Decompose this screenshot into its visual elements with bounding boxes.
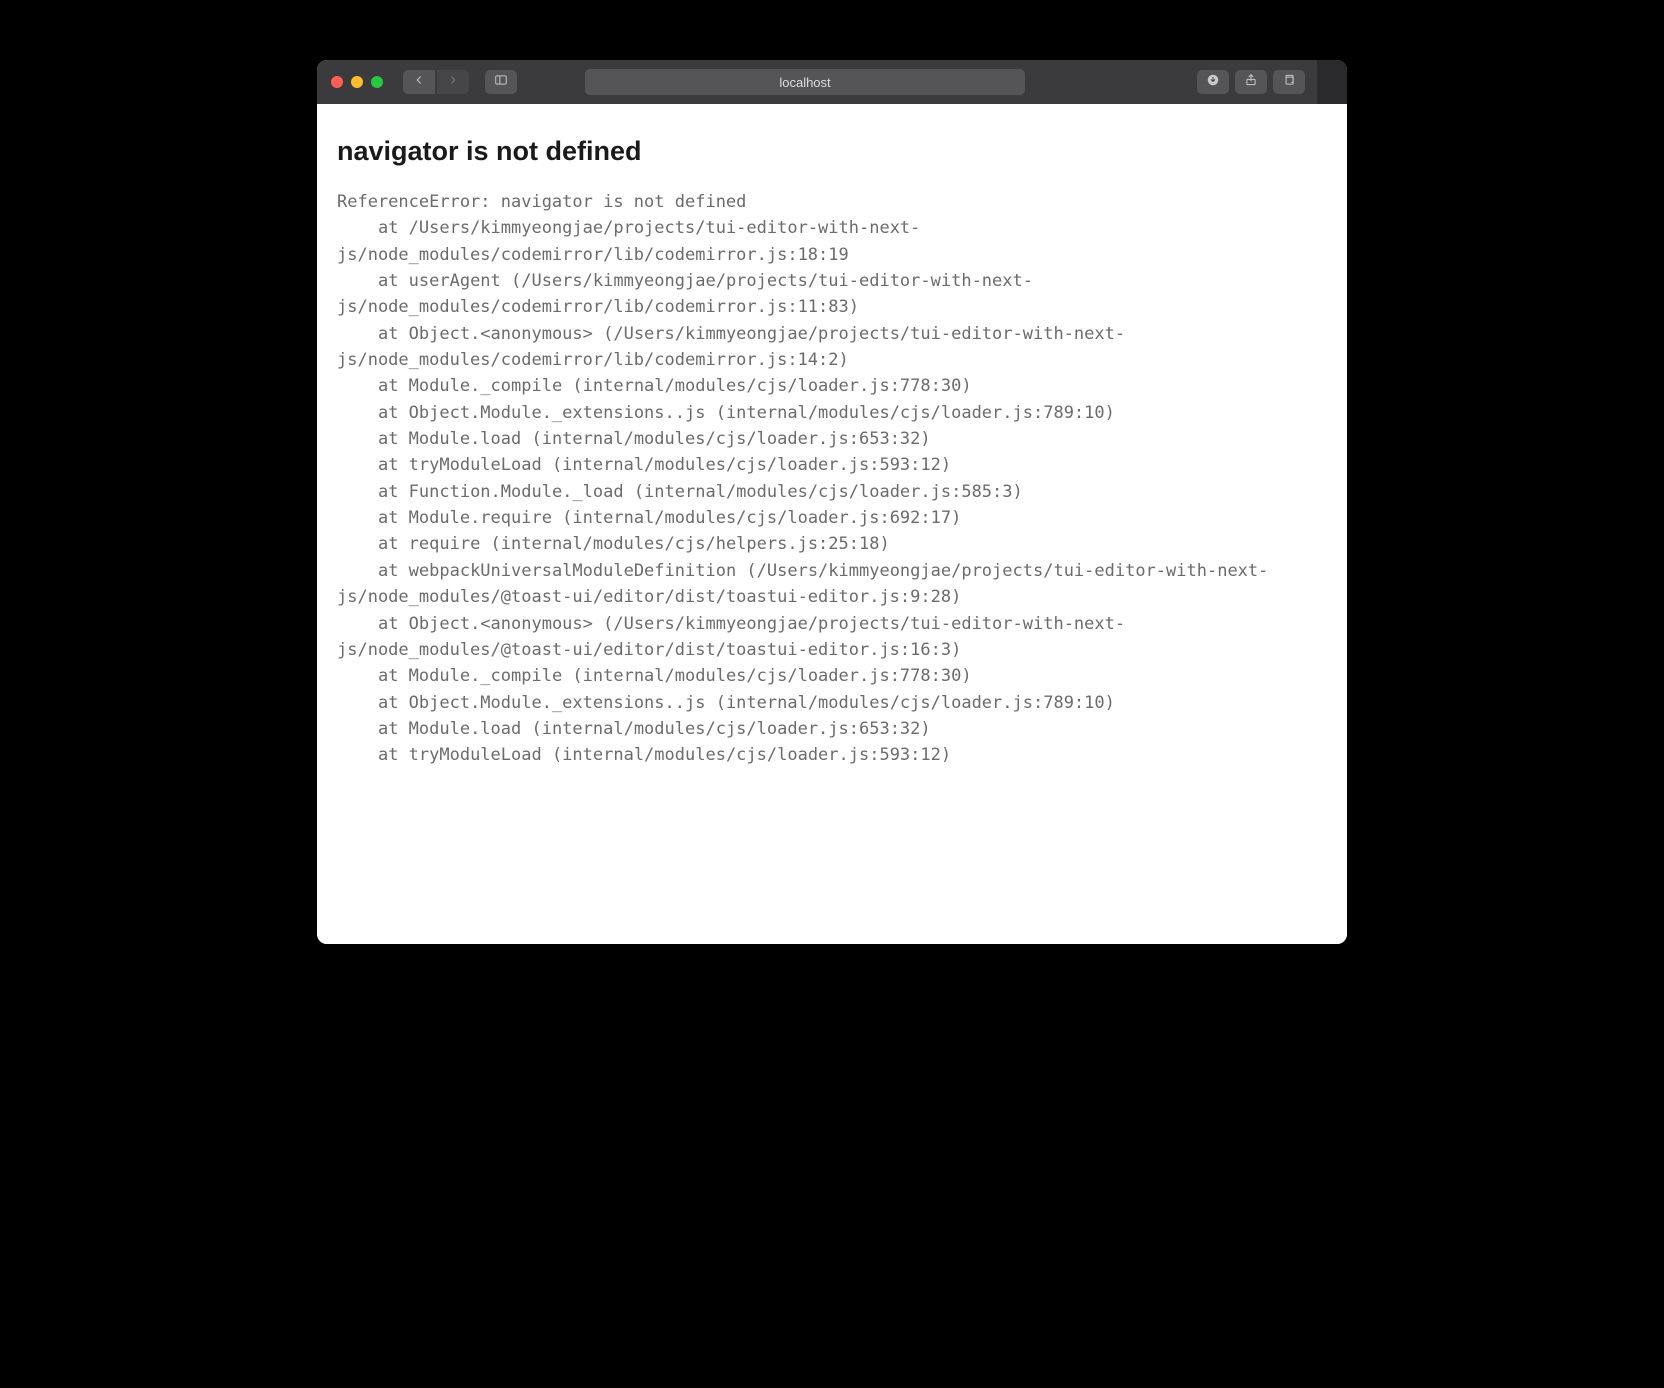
back-button[interactable] (403, 70, 435, 94)
window-controls (331, 76, 383, 88)
address-bar[interactable]: localhost (585, 69, 1025, 95)
error-title: navigator is not defined (337, 136, 1327, 167)
share-icon (1244, 73, 1258, 92)
tabs-icon (1282, 73, 1296, 92)
window-minimize-button[interactable] (351, 76, 363, 88)
address-text: localhost (619, 75, 991, 90)
window-close-button[interactable] (331, 76, 343, 88)
downloads-button[interactable] (1197, 70, 1229, 94)
stack-trace: ReferenceError: navigator is not defined… (337, 189, 1327, 769)
chevron-right-icon (446, 73, 460, 92)
window-maximize-button[interactable] (371, 76, 383, 88)
chevron-left-icon (412, 73, 426, 92)
tabs-button[interactable] (1273, 70, 1305, 94)
browser-window: localhost navigator is not defined Refer… (317, 60, 1347, 944)
forward-button[interactable] (437, 70, 469, 94)
share-button[interactable] (1235, 70, 1267, 94)
titlebar: localhost (317, 60, 1347, 104)
sidebar-button[interactable] (485, 70, 517, 94)
page-content: navigator is not defined ReferenceError:… (317, 104, 1347, 944)
download-icon (1206, 73, 1220, 92)
sidebar-icon (494, 73, 508, 92)
nav-buttons (403, 70, 469, 94)
new-tab-button[interactable] (1317, 60, 1347, 104)
